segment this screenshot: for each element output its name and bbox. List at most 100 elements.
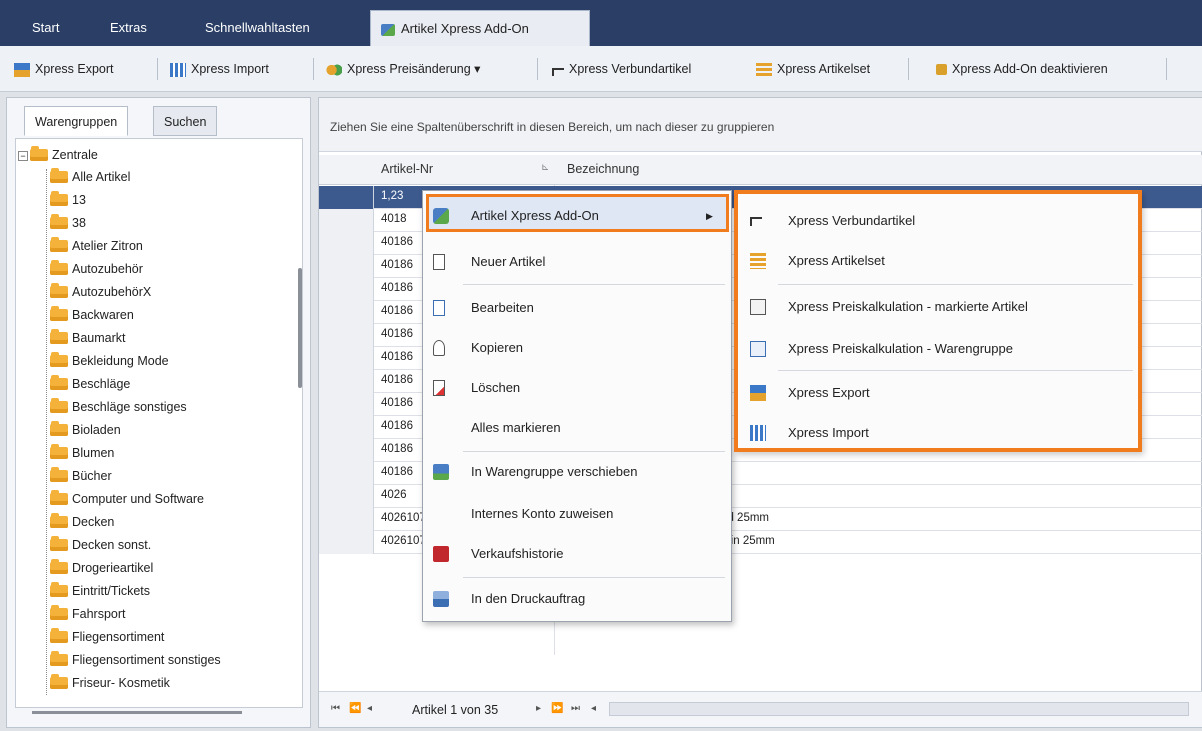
- tab-schnellwahltasten[interactable]: Schnellwahltasten: [195, 10, 320, 46]
- xpress-addon-deaktivieren-button[interactable]: Xpress Add-On deaktivieren: [936, 58, 1108, 80]
- pager-first-icon[interactable]: ⏮: [331, 703, 340, 714]
- xpress-preisaenderung-dropdown[interactable]: Xpress Preisänderung ▾: [326, 58, 480, 80]
- row-indicator[interactable]: [319, 393, 374, 416]
- tree-node[interactable]: Decken: [50, 512, 114, 532]
- tree-node[interactable]: Baumarkt: [50, 328, 126, 348]
- tab-warengruppen[interactable]: Warengruppen: [24, 106, 129, 136]
- tree-vertical-scrollbar[interactable]: [298, 268, 302, 388]
- row-indicator[interactable]: [319, 439, 374, 462]
- tree-node-label: Atelier Zitron: [72, 239, 143, 253]
- tree-node[interactable]: Autozubehör: [50, 259, 143, 279]
- row-indicator[interactable]: [319, 508, 374, 531]
- row-indicator[interactable]: [319, 209, 374, 232]
- toolbar-divider: [1166, 58, 1167, 80]
- menu-item-alles-markieren[interactable]: Alles markieren: [423, 409, 731, 447]
- menu-item-kopieren[interactable]: Kopieren: [423, 329, 731, 367]
- submenu-item-preiskalkulation-markiert[interactable]: Xpress Preiskalkulation - markierte Arti…: [738, 286, 1138, 328]
- submenu-item-preiskalkulation-warengruppe[interactable]: Xpress Preiskalkulation - Warengruppe: [738, 328, 1138, 370]
- tree-node[interactable]: Computer und Software: [50, 489, 204, 509]
- xpress-export-button[interactable]: Xpress Export: [14, 58, 114, 80]
- submenu-item-import[interactable]: Xpress Import: [738, 412, 1138, 454]
- tree-node[interactable]: Fliegensortiment sonstiges: [50, 650, 221, 670]
- tree-node[interactable]: Fliegensortiment: [50, 627, 164, 647]
- warengruppen-tree[interactable]: − Zentrale Alle Artikel 13 38 Atelier Zitron…: [15, 138, 303, 708]
- tree-node[interactable]: Beschläge sonstiges: [50, 397, 187, 417]
- row-indicator[interactable]: [319, 347, 374, 370]
- tab-suchen[interactable]: Suchen: [153, 106, 218, 136]
- cell-artikel-nr: 40186: [381, 374, 413, 386]
- tree-node[interactable]: Bücher: [50, 466, 112, 486]
- xpress-artikelset-button[interactable]: Xpress Artikelset: [756, 58, 870, 80]
- menu-item-artikel-xpress-addon[interactable]: Artikel Xpress Add-On ▶: [423, 197, 731, 235]
- sort-icon: ⊾: [541, 162, 550, 173]
- tree-node[interactable]: Alle Artikel: [50, 167, 130, 187]
- row-indicator[interactable]: [319, 278, 374, 301]
- lock-icon: [936, 64, 947, 76]
- delete-icon: [433, 380, 445, 396]
- column-header-bezeichnung[interactable]: Bezeichnung: [567, 162, 639, 176]
- menu-item-warengruppe-verschieben[interactable]: In Warengruppe verschieben: [423, 453, 731, 491]
- row-indicator[interactable]: [319, 186, 374, 209]
- menu-item-internes-konto[interactable]: Internes Konto zuweisen: [423, 495, 731, 533]
- row-indicator[interactable]: [319, 531, 374, 554]
- tree-node[interactable]: Friseur- Kosmetik: [50, 673, 170, 693]
- tab-start[interactable]: Start: [22, 10, 69, 46]
- tab-extras[interactable]: Extras: [100, 10, 157, 46]
- pager-prev-page-icon[interactable]: ⏪: [349, 703, 361, 714]
- grid-horizontal-scrollbar[interactable]: [609, 702, 1189, 716]
- cell-artikel-nr: 40186: [381, 305, 413, 317]
- collapse-icon[interactable]: −: [18, 150, 28, 161]
- move-icon: [433, 464, 449, 480]
- tree-node[interactable]: Atelier Zitron: [50, 236, 143, 256]
- menu-item-label: Kopieren: [471, 340, 524, 355]
- row-indicator[interactable]: [319, 462, 374, 485]
- submenu-item-verbundartikel[interactable]: Xpress Verbundartikel: [738, 200, 1138, 242]
- xpress-verbundartikel-button[interactable]: Xpress Verbundartikel: [552, 58, 691, 80]
- toolbar-label: Xpress Preisänderung ▾: [347, 62, 481, 76]
- pager-next-icon[interactable]: ▸: [536, 703, 541, 714]
- menu-item-label: Alles markieren: [471, 420, 561, 435]
- tree-node-zentrale[interactable]: − Zentrale: [18, 145, 98, 165]
- row-indicator[interactable]: [319, 416, 374, 439]
- tree-node[interactable]: 38: [50, 213, 86, 233]
- menu-item-neuer-artikel[interactable]: Neuer Artikel: [423, 243, 731, 281]
- tree-node[interactable]: 13: [50, 190, 86, 210]
- menu-item-verkaufshistorie[interactable]: Verkaufshistorie: [423, 535, 731, 573]
- tree-node[interactable]: Bekleidung Mode: [50, 351, 169, 371]
- pager-last-icon[interactable]: ⏭: [571, 703, 580, 714]
- submenu-item-artikelset[interactable]: Xpress Artikelset: [738, 240, 1138, 282]
- row-indicator[interactable]: [319, 370, 374, 393]
- tree-node[interactable]: Beschläge: [50, 374, 130, 394]
- tree-node-label: Decken: [72, 515, 115, 529]
- scroll-left-icon[interactable]: ◂: [591, 703, 596, 714]
- tab-artikel-xpress-addon[interactable]: Artikel Xpress Add-On: [370, 10, 590, 46]
- tree-node[interactable]: Blumen: [50, 443, 114, 463]
- group-by-area[interactable]: Ziehen Sie eine Spaltenüberschrift in di…: [319, 98, 1202, 152]
- tree-node[interactable]: Bioladen: [50, 420, 121, 440]
- tree-node[interactable]: Fahrsport: [50, 604, 126, 624]
- folder-icon: [50, 466, 68, 482]
- menu-item-druckauftrag[interactable]: In den Druckauftrag: [423, 580, 731, 618]
- menu-item-label: Löschen: [471, 380, 521, 395]
- row-indicator[interactable]: [319, 324, 374, 347]
- pager-next-page-icon[interactable]: ⏩: [551, 703, 563, 714]
- tree-node[interactable]: AutozubehörX: [50, 282, 151, 302]
- tree-horizontal-scrollbar[interactable]: [32, 711, 242, 714]
- tree-node[interactable]: Backwaren: [50, 305, 134, 325]
- column-header-artikel-nr[interactable]: Artikel-Nr: [381, 162, 433, 176]
- cell-artikel-nr: 40186: [381, 351, 413, 363]
- row-indicator[interactable]: [319, 485, 374, 508]
- menu-item-bearbeiten[interactable]: Bearbeiten: [423, 289, 731, 327]
- tree-node[interactable]: Decken sonst.: [50, 535, 151, 555]
- submenu-item-export[interactable]: Xpress Export: [738, 372, 1138, 414]
- row-indicator[interactable]: [319, 232, 374, 255]
- pager-prev-icon[interactable]: ◂: [367, 703, 372, 714]
- row-indicator[interactable]: [319, 255, 374, 278]
- xpress-import-button[interactable]: Xpress Import: [170, 58, 269, 80]
- tree-node[interactable]: Drogerieartikel: [50, 558, 153, 578]
- tree-node[interactable]: Eintritt/Tickets: [50, 581, 150, 601]
- row-indicator[interactable]: [319, 301, 374, 324]
- warengruppen-panel: Warengruppen Suchen − Zentrale Alle Artik…: [6, 97, 311, 728]
- menu-item-loeschen[interactable]: Löschen: [423, 369, 731, 407]
- ribbon-toolbar: Xpress Export Xpress Import Xpress Preis…: [0, 46, 1202, 92]
